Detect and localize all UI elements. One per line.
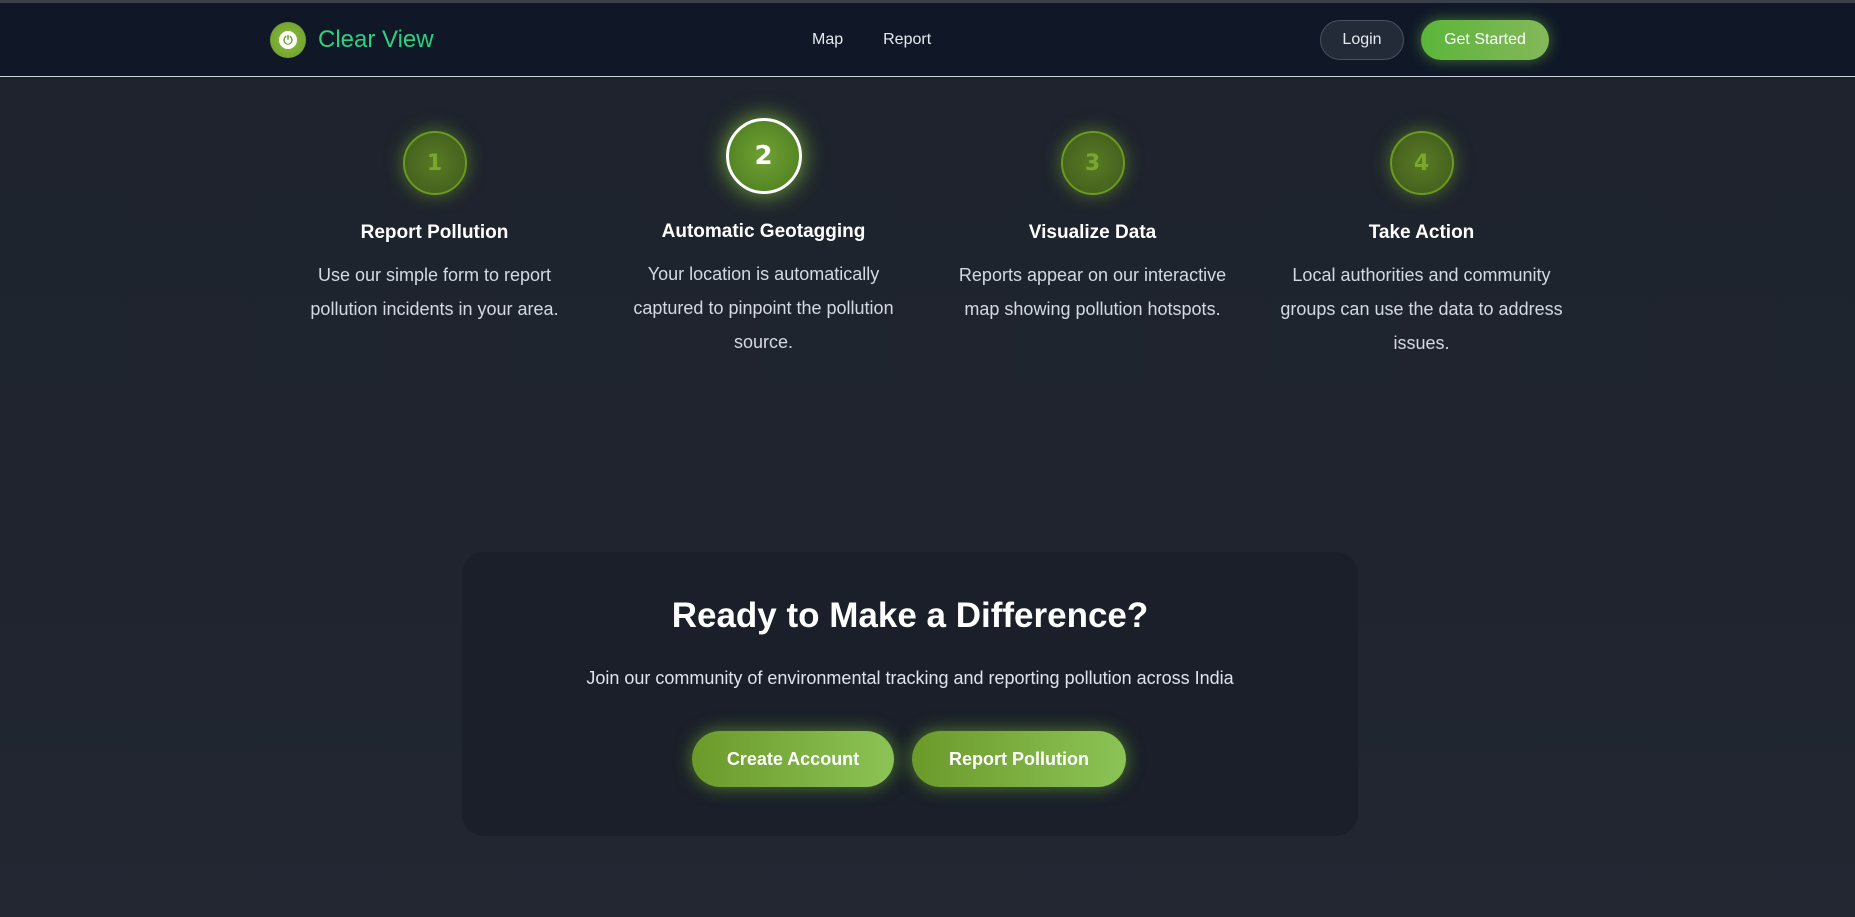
brand-logo[interactable]: ⏻ Clear View (270, 22, 434, 58)
step-description: Local authorities and community groups c… (1280, 265, 1563, 353)
step-number-badge: 4 (1389, 131, 1454, 195)
step-description: Reports appear on our interactive map sh… (958, 265, 1227, 319)
step-description: Use our simple form to report pollution … (310, 265, 559, 319)
step-geotagging: 2 Automatic Geotagging Your location is … (599, 110, 928, 360)
step-description: Your location is automatically captured … (633, 264, 894, 352)
step-title: Automatic Geotagging (661, 221, 866, 242)
nav-link-map[interactable]: Map (812, 31, 843, 49)
step-visualize: 3 Visualize Data Reports appear on our i… (928, 110, 1257, 360)
step-title: Report Pollution (360, 222, 509, 243)
navbar: ⏻ Clear View Map Report Login Get Starte… (0, 3, 1855, 77)
step-number-badge-active: 2 (725, 118, 802, 194)
brand-name: Clear View (318, 26, 434, 53)
step-number-badge: 1 (402, 131, 467, 195)
login-button[interactable]: Login (1320, 20, 1404, 60)
step-number-badge: 3 (1060, 131, 1125, 195)
cta-subtitle: Join our community of environmental trac… (586, 668, 1234, 688)
step-report: 1 Report Pollution Use our simple form t… (270, 110, 599, 360)
cta-title: Ready to Make a Difference? (671, 596, 1149, 635)
step-action: 4 Take Action Local authorities and comm… (1257, 110, 1586, 360)
create-account-button[interactable]: Create Account (692, 731, 894, 787)
nav-link-report[interactable]: Report (883, 31, 931, 49)
step-title: Visualize Data (1028, 222, 1157, 243)
cta-card: Ready to Make a Difference? Join our com… (462, 552, 1358, 836)
step-title: Take Action (1368, 222, 1475, 243)
leaf-logo-icon: ⏻ (270, 22, 306, 58)
get-started-button[interactable]: Get Started (1421, 20, 1549, 60)
how-it-works-steps: 1 Report Pollution Use our simple form t… (270, 110, 1586, 360)
report-pollution-button[interactable]: Report Pollution (912, 731, 1126, 787)
main-nav: Map Report (812, 3, 931, 77)
